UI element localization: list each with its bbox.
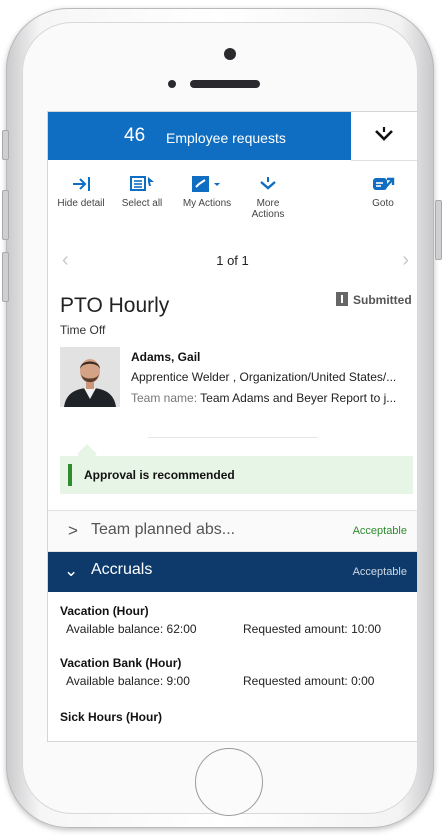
proximity-sensor	[168, 80, 176, 88]
recommendation-text: Approval is recommended	[84, 468, 235, 482]
chevron-down-icon	[260, 177, 276, 190]
accrual-values: Available balance: 62:00 Requested amoun…	[60, 622, 415, 638]
hide-detail-label: Hide detail	[57, 198, 105, 209]
team-name-key: Team name:	[131, 391, 198, 405]
chevron-down-icon: ⌄	[64, 561, 79, 580]
front-camera	[224, 48, 236, 60]
edit-dropdown-icon	[192, 176, 220, 192]
accrual-vacation: Vacation (Hour) Available balance: 62:00…	[60, 604, 415, 638]
recommendation-indicator	[68, 464, 72, 486]
status-icon	[336, 292, 348, 306]
app-screen: 46 Employee requests Hide detail Select …	[47, 111, 418, 742]
section-label: Team planned abs...	[91, 521, 236, 538]
chevron-down-icon	[375, 127, 393, 141]
section-accruals[interactable]: ⌄ Accruals Acceptable	[48, 552, 417, 592]
employee-name[interactable]: Adams, Gail	[131, 350, 200, 364]
my-actions-label: My Actions	[182, 198, 232, 209]
section-status: Acceptable	[352, 566, 407, 578]
status-text: Submitted	[353, 293, 412, 307]
section-status: Acceptable	[352, 525, 407, 537]
status-badge: Submitted	[336, 292, 412, 307]
select-all-icon	[130, 176, 154, 191]
my-actions-button[interactable]: My Actions	[174, 172, 240, 209]
earpiece-speaker	[190, 80, 260, 88]
select-all-button[interactable]: Select all	[109, 172, 175, 209]
accrual-sick-hours: Sick Hours (Hour)	[60, 710, 415, 724]
section-label: Accruals	[91, 561, 153, 578]
goto-label: Goto	[372, 198, 394, 209]
goto-icon	[373, 177, 395, 190]
app-header: 46 Employee requests	[48, 112, 417, 161]
accrual-vacation-bank: Vacation Bank (Hour) Available balance: …	[60, 656, 415, 690]
divider	[148, 437, 318, 438]
accrual-values: Available balance: 9:00 Requested amount…	[60, 674, 415, 690]
select-all-label: Select all	[121, 198, 163, 209]
collapse-right-icon	[73, 177, 90, 191]
team-name-value: Team Adams and Beyer Report to j...	[200, 391, 397, 405]
more-actions-button[interactable]: More Actions	[238, 172, 298, 220]
section-team-planned-absences[interactable]: > Team planned abs... Acceptable	[48, 510, 417, 552]
employee-team: Team name: Team Adams and Beyer Report t…	[131, 391, 416, 405]
pager-text: 1 of 1	[216, 253, 249, 268]
mute-switch	[2, 130, 9, 160]
recommendation-banner: Approval is recommended	[60, 456, 413, 494]
accrual-name: Sick Hours (Hour)	[60, 710, 163, 724]
available-balance: Available balance: 62:00	[66, 622, 197, 636]
accrual-name: Vacation Bank (Hour)	[60, 656, 182, 670]
request-title: PTO Hourly	[60, 294, 170, 317]
requests-header[interactable]: 46 Employee requests	[48, 112, 351, 160]
header-title: Employee requests	[166, 130, 286, 146]
employee-photo	[60, 347, 120, 407]
home-button[interactable]	[195, 748, 263, 816]
available-balance: Available balance: 9:00	[66, 674, 190, 688]
volume-up-button	[2, 190, 9, 240]
requested-amount: Requested amount: 10:00	[243, 622, 382, 636]
chevron-right-icon: >	[68, 521, 78, 540]
employee-job: Apprentice Welder , Organization/United …	[131, 370, 397, 384]
avatar[interactable]	[60, 347, 120, 407]
request-count: 46	[124, 125, 146, 146]
hide-detail-button[interactable]: Hide detail	[48, 172, 114, 209]
header-collapse-button[interactable]	[351, 112, 417, 161]
requested-amount: Requested amount: 0:00	[243, 674, 375, 688]
pager: ‹ 1 of 1 ›	[48, 250, 417, 270]
request-type: Time Off	[60, 323, 106, 337]
more-actions-label: More Actions	[251, 198, 285, 220]
power-button	[435, 200, 442, 260]
goto-button[interactable]: Goto	[350, 172, 416, 209]
accrual-name: Vacation (Hour)	[60, 604, 149, 618]
chevron-right-icon[interactable]: ›	[402, 250, 409, 270]
volume-down-button	[2, 252, 9, 302]
